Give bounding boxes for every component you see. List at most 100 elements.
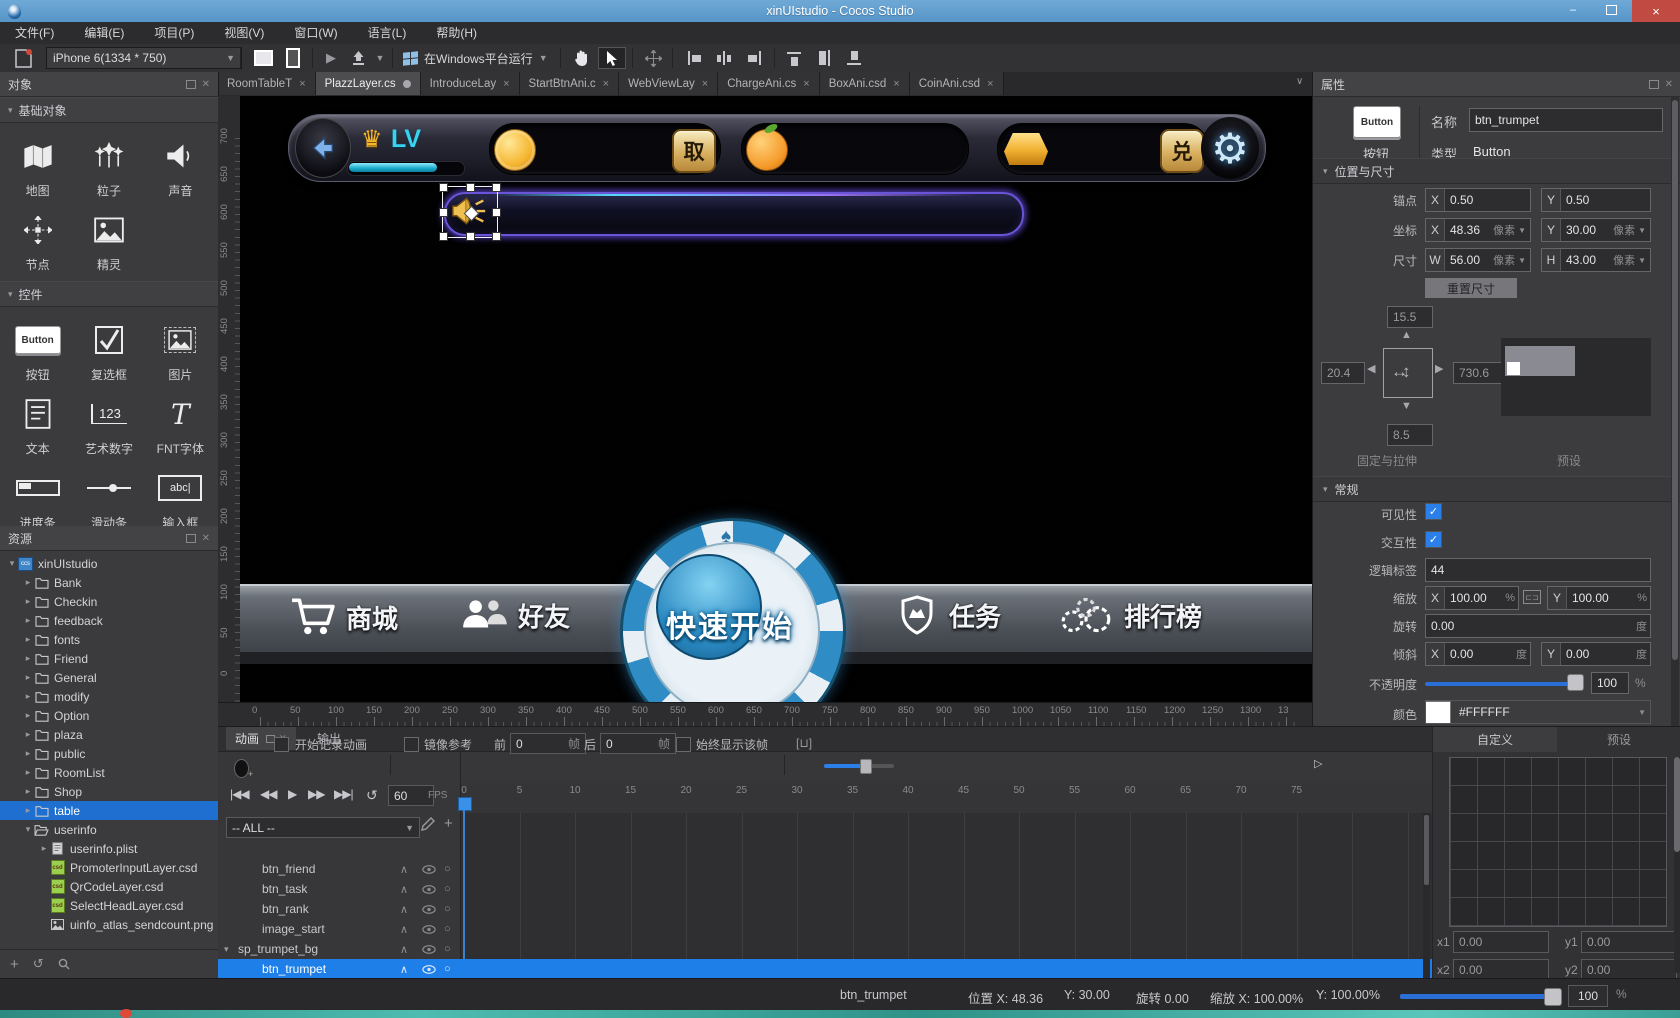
timeline-play-right-icon[interactable]: ▷ bbox=[1314, 757, 1322, 770]
size-w-field[interactable]: W56.00像素▼ bbox=[1425, 248, 1531, 272]
tree-right-arrow-icon[interactable]: ▸ bbox=[22, 786, 34, 797]
document-tab-PlazzLayer.cs[interactable]: PlazzLayer.cs bbox=[316, 72, 421, 95]
row-lock-circle-icon[interactable]: ○ bbox=[444, 863, 451, 875]
row-collapse-icon[interactable]: ∧ bbox=[400, 923, 408, 936]
document-tab-IntroduceLay[interactable]: IntroduceLay× bbox=[421, 72, 520, 95]
timeline-row-image_start[interactable]: image_start∧○ bbox=[218, 919, 460, 939]
friends-button[interactable]: 好友 bbox=[460, 596, 570, 634]
always-show-checkbox[interactable] bbox=[676, 737, 691, 752]
select-tool-icon[interactable] bbox=[598, 47, 626, 69]
prev-frame-icon[interactable]: ◀◀ bbox=[260, 787, 276, 801]
curve-scrollbar[interactable] bbox=[1674, 757, 1680, 973]
panel-float-icon[interactable] bbox=[186, 80, 196, 89]
patch-right-field[interactable]: 730.6 bbox=[1453, 362, 1503, 384]
menu-project[interactable]: 项目(P) bbox=[139, 22, 209, 44]
document-tab-BoxAni.csd[interactable]: BoxAni.csd× bbox=[820, 72, 910, 95]
tree-right-arrow-icon[interactable]: ▸ bbox=[22, 615, 34, 626]
tab-close-icon[interactable]: × bbox=[893, 78, 899, 90]
play-icon[interactable]: ▶ bbox=[320, 47, 342, 69]
document-tab-RoomTableT[interactable]: RoomTableT× bbox=[218, 72, 316, 95]
row-collapse-icon[interactable]: ∧ bbox=[400, 963, 408, 976]
tree-item-PromoterInputLayer.csd[interactable]: csdPromoterInputLayer.csd bbox=[0, 858, 218, 877]
run-target-select[interactable]: 在Windows平台运行▼ bbox=[424, 47, 548, 69]
go-last-frame-icon[interactable]: ▶▶| bbox=[334, 787, 353, 801]
trumpet-background-sprite[interactable] bbox=[444, 192, 1024, 236]
panel-close-icon[interactable]: ✕ bbox=[1665, 79, 1673, 90]
record-animation-checkbox[interactable] bbox=[274, 737, 289, 752]
tag-input[interactable]: 44 bbox=[1425, 558, 1651, 582]
timeline-scrollbar[interactable] bbox=[1423, 813, 1430, 979]
device-select[interactable]: iPhone 6(1334 * 750)▼ bbox=[46, 47, 242, 69]
game-back-button[interactable] bbox=[295, 118, 351, 178]
selection-handle[interactable] bbox=[466, 183, 475, 192]
tab-custom-curve[interactable]: 自定义 bbox=[1433, 727, 1557, 752]
opacity-value-field[interactable]: 100 bbox=[1591, 672, 1629, 694]
mirror-checkbox[interactable] bbox=[404, 737, 419, 752]
canvas-zoom-value[interactable]: 100 bbox=[1568, 985, 1608, 1007]
document-tab-CoinAni.csd[interactable]: CoinAni.csd× bbox=[910, 72, 1004, 95]
y1-input[interactable]: 0.00 bbox=[1581, 931, 1677, 953]
tree-right-arrow-icon[interactable]: ▸ bbox=[22, 577, 34, 588]
tab-close-icon[interactable]: × bbox=[803, 78, 809, 90]
shop-button[interactable]: 商城 bbox=[290, 596, 398, 638]
object-item-节点[interactable]: 节点 bbox=[2, 203, 73, 273]
publish-dropdown-icon[interactable]: ▼ bbox=[372, 47, 388, 69]
tree-item-Checkin[interactable]: ▸Checkin bbox=[0, 592, 218, 611]
row-collapse-icon[interactable]: ∧ bbox=[400, 863, 408, 876]
object-item-输入框[interactable]: abc|输入框 bbox=[145, 461, 216, 526]
menu-help[interactable]: 帮助(H) bbox=[421, 22, 492, 44]
add-animation-icon[interactable]: + bbox=[444, 815, 453, 832]
go-first-frame-icon[interactable]: |◀◀ bbox=[230, 787, 249, 801]
position-y-field[interactable]: Y30.00像素▼ bbox=[1541, 218, 1651, 242]
document-tab-ChargeAni.cs[interactable]: ChargeAni.cs× bbox=[718, 72, 819, 95]
object-item-图片[interactable]: 图片 bbox=[145, 313, 216, 383]
menu-edit[interactable]: 编辑(E) bbox=[69, 22, 139, 44]
row-lock-circle-icon[interactable]: ○ bbox=[444, 903, 451, 915]
scene-canvas[interactable]: ♛ LV 取 兑 ⚙ bbox=[240, 96, 1312, 702]
tree-item-Shop[interactable]: ▸Shop bbox=[0, 782, 218, 801]
patch-left-field[interactable]: 20.4 bbox=[1321, 362, 1365, 384]
object-item-地图[interactable]: 地图 bbox=[2, 129, 73, 199]
pin-up-icon[interactable]: ▲ bbox=[1401, 329, 1412, 341]
document-tab-WebViewLay[interactable]: WebViewLay× bbox=[619, 72, 718, 95]
tree-right-arrow-icon[interactable]: ▸ bbox=[22, 805, 34, 816]
selected-trumpet-button[interactable] bbox=[442, 186, 498, 238]
selection-handle[interactable] bbox=[439, 232, 448, 241]
tree-item-Option[interactable]: ▸Option bbox=[0, 706, 218, 725]
maximize-button[interactable] bbox=[1594, 0, 1628, 20]
tree-item-Friend[interactable]: ▸Friend bbox=[0, 649, 218, 668]
position-x-field[interactable]: X48.36像素▼ bbox=[1425, 218, 1531, 242]
menu-view[interactable]: 视图(V) bbox=[209, 22, 279, 44]
settings-gear-button[interactable]: ⚙ bbox=[1201, 117, 1259, 179]
skew-x-field[interactable]: X0.00度 bbox=[1425, 642, 1531, 666]
section-position-size[interactable]: ▾位置与尺寸 bbox=[1313, 158, 1680, 184]
scale-y-field[interactable]: Y100.00% bbox=[1547, 586, 1651, 610]
tree-item-table[interactable]: ▸table bbox=[0, 801, 218, 820]
portrait-toggle-icon[interactable] bbox=[280, 47, 306, 69]
tab-close-icon[interactable]: × bbox=[987, 78, 993, 90]
tree-item-uinfo_atlas_sendcount.png[interactable]: uinfo_atlas_sendcount.png bbox=[0, 915, 218, 934]
tree-down-arrow-icon[interactable]: ▾ bbox=[6, 558, 18, 569]
canvas-zoom-thumb[interactable] bbox=[1544, 988, 1562, 1006]
menu-file[interactable]: 文件(F) bbox=[0, 22, 69, 44]
menu-language[interactable]: 语言(L) bbox=[353, 22, 422, 44]
task-button[interactable]: 任务 bbox=[895, 594, 1001, 636]
object-item-滑动条[interactable]: 滑动条 bbox=[73, 461, 144, 526]
patch-bottom-field[interactable]: 8.5 bbox=[1387, 424, 1433, 446]
before-frames-input[interactable]: 0帧 bbox=[510, 733, 586, 754]
name-input[interactable]: btn_trumpet bbox=[1469, 108, 1663, 132]
object-item-FNT字体[interactable]: TFNT字体 bbox=[145, 387, 216, 457]
row-collapse-icon[interactable]: ∧ bbox=[400, 883, 408, 896]
frame-ruler[interactable] bbox=[461, 783, 1432, 813]
transform-tool-icon[interactable] bbox=[640, 47, 666, 69]
timeline-zoom-slider[interactable] bbox=[824, 764, 894, 768]
object-item-文本[interactable]: 文本 bbox=[2, 387, 73, 457]
loop-icon[interactable]: ↺ bbox=[366, 787, 378, 804]
bone-filter-select[interactable]: -- ALL --▼ bbox=[226, 817, 420, 838]
tree-right-arrow-icon[interactable]: ▸ bbox=[22, 634, 34, 645]
align-center-h-icon[interactable] bbox=[712, 47, 738, 69]
selection-handle[interactable] bbox=[439, 183, 448, 192]
interactive-checkbox[interactable]: ✓ bbox=[1425, 531, 1442, 548]
properties-scrollbar[interactable] bbox=[1671, 96, 1679, 726]
quick-start-label[interactable]: 快速开始 bbox=[640, 602, 820, 646]
